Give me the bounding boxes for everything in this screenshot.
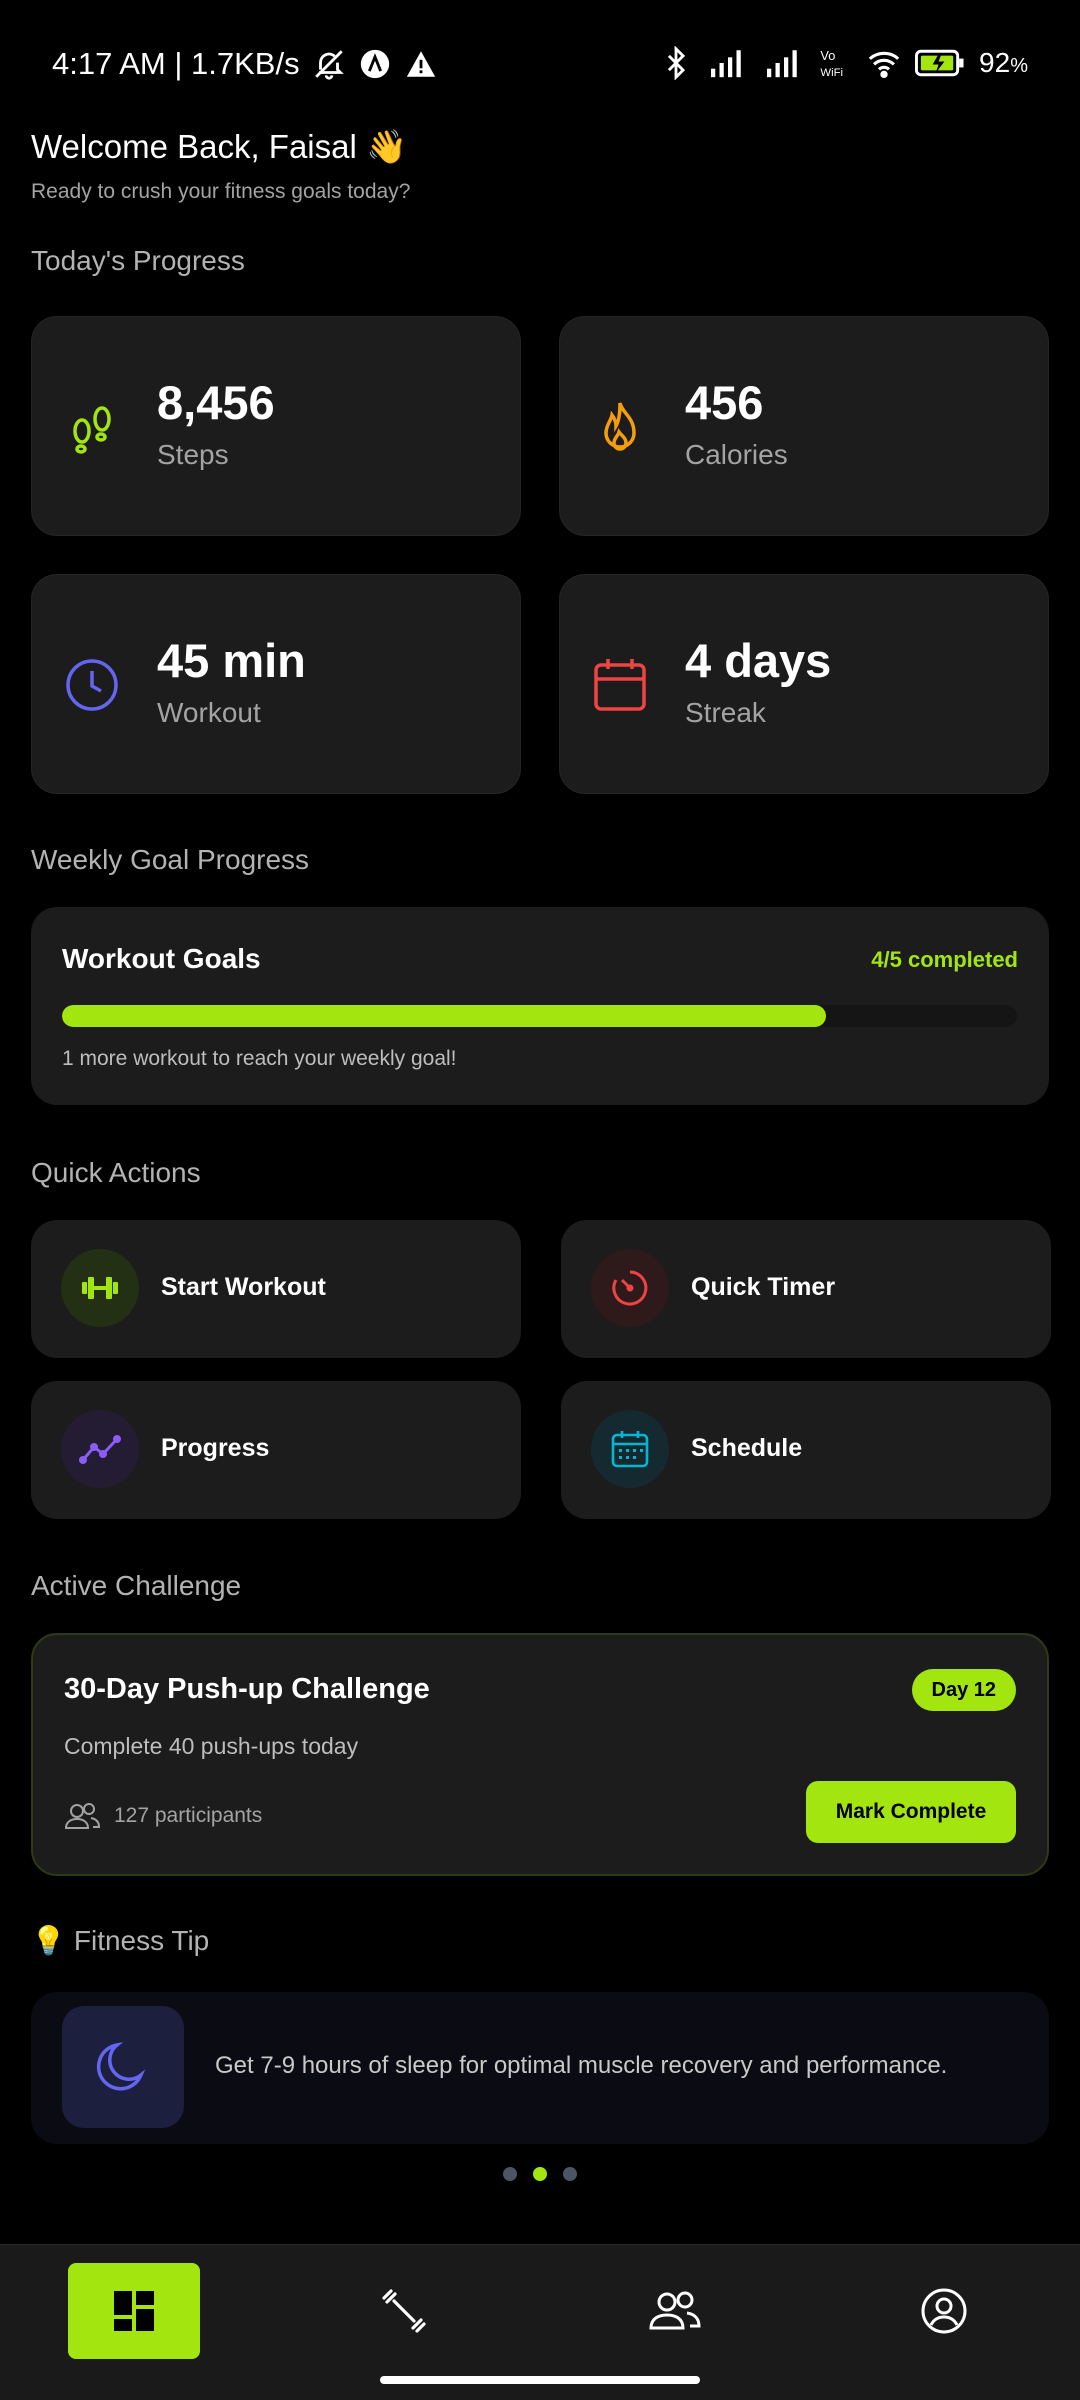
vowifi-icon: Vo WiFi: [820, 48, 843, 79]
footsteps-icon: [73, 406, 111, 454]
calendar-icon: [611, 1431, 649, 1468]
timer-icon: [612, 1270, 648, 1306]
fitness-tip-label: Fitness Tip: [73, 1924, 210, 1956]
calories-value: 456: [685, 376, 764, 429]
schedule-label: Schedule: [691, 1434, 803, 1462]
stat-card-workout[interactable]: 45 min Workout: [31, 574, 521, 794]
signal-icon-2: [767, 50, 797, 78]
welcome-subtitle: Ready to crush your fitness goals today?: [31, 180, 411, 203]
app-notification-icon: [360, 49, 389, 79]
fitness-tip-card[interactable]: Get 7-9 hours of sleep for optimal muscl…: [31, 1992, 1049, 2144]
goal-note: 1 more workout to reach your weekly goal…: [62, 1047, 457, 1070]
pager-dot-active[interactable]: [533, 2167, 547, 2181]
stat-card-streak[interactable]: 4 days Streak: [559, 574, 1049, 794]
participants-count: 127 participants: [114, 1804, 263, 1827]
moon-icon: [96, 2042, 146, 2091]
fitness-tip-text: Get 7-9 hours of sleep for optimal muscl…: [215, 2052, 948, 2079]
dumbbell-icon: [82, 1277, 118, 1299]
welcome-title: Welcome Back, Faisal 👋: [31, 128, 408, 165]
pager-dot[interactable]: [563, 2167, 577, 2181]
trend-line-icon: [79, 1435, 121, 1464]
svg-text:WiFi: WiFi: [820, 67, 843, 79]
bell-off-icon: [314, 50, 344, 80]
nav-workouts[interactable]: [338, 2263, 470, 2359]
workout-value: 45 min: [157, 634, 306, 687]
stat-card-steps[interactable]: 8,456 Steps: [31, 316, 521, 536]
start-workout-label: Start Workout: [161, 1273, 326, 1301]
calories-label: Calories: [685, 439, 788, 470]
battery-icon: [915, 49, 964, 77]
quick-actions-title: Quick Actions: [31, 1157, 201, 1188]
goal-status: 4/5 completed: [871, 947, 1018, 972]
battery-level: 92%: [979, 47, 1028, 79]
community-icon: [649, 2291, 701, 2330]
progress-button[interactable]: Progress: [31, 1381, 521, 1519]
goal-progress-fill: [62, 1005, 826, 1027]
pager-dot[interactable]: [503, 2167, 517, 2181]
todays-progress-title: Today's Progress: [31, 245, 245, 276]
dumbbell-icon-wrap: [61, 1249, 139, 1327]
dashboard-icon: [114, 2291, 154, 2331]
start-workout-button[interactable]: Start Workout: [31, 1220, 521, 1358]
challenge-card: 30-Day Push-up Challenge Day 12 Complete…: [31, 1633, 1049, 1876]
clock-icon: [66, 659, 118, 711]
dumbbell-icon: [382, 2289, 426, 2333]
day-badge: Day 12: [911, 1669, 1016, 1711]
calendar-icon: [594, 659, 646, 711]
warning-icon: [406, 51, 435, 77]
nav-dashboard[interactable]: [68, 2263, 200, 2359]
status-right: Vo WiFi 92%: [659, 46, 1028, 80]
flame-icon: [604, 402, 636, 451]
mark-complete-button[interactable]: Mark Complete: [806, 1781, 1016, 1843]
workout-label: Workout: [157, 697, 261, 728]
status-bar: 4:17 AM | 1.7KB/s Vo WiFi 92%: [0, 0, 1080, 120]
battery-value: 92: [979, 47, 1011, 78]
schedule-calendar-icon-wrap: [591, 1410, 669, 1488]
active-challenge-title: Active Challenge: [31, 1570, 242, 1601]
schedule-button[interactable]: Schedule: [561, 1381, 1051, 1519]
progress-label: Progress: [161, 1434, 270, 1462]
trend-line-icon-wrap: [61, 1410, 139, 1488]
participants-icon: [64, 1803, 100, 1829]
lightbulb-icon: 💡: [31, 1925, 66, 1956]
fitness-dashboard: 4:17 AM | 1.7KB/s Vo WiFi 92% Welcome Bac…: [0, 0, 1080, 2400]
weekly-goal-title: Weekly Goal Progress: [31, 844, 310, 875]
streak-value: 4 days: [685, 634, 832, 687]
weekly-goal-card: Workout Goals 4/5 completed 1 more worko…: [31, 907, 1049, 1105]
nav-community[interactable]: [609, 2263, 741, 2359]
status-left: 4:17 AM | 1.7KB/s: [52, 46, 438, 82]
workout-goals-title: Workout Goals: [62, 943, 261, 974]
timer-icon-wrap: [591, 1249, 669, 1327]
fitness-tip-title: 💡 Fitness Tip: [31, 1924, 209, 1957]
status-time: 4:17 AM | 1.7KB/s: [52, 46, 300, 81]
svg-text:Vo: Vo: [820, 48, 835, 63]
challenge-title: 30-Day Push-up Challenge: [64, 1673, 430, 1705]
steps-label: Steps: [157, 439, 229, 470]
challenge-description: Complete 40 push-ups today: [64, 1733, 359, 1759]
home-indicator[interactable]: [380, 2376, 700, 2384]
quick-timer-label: Quick Timer: [691, 1273, 836, 1301]
nav-profile[interactable]: [878, 2263, 1010, 2359]
streak-label: Streak: [685, 697, 766, 728]
quick-timer-button[interactable]: Quick Timer: [561, 1220, 1051, 1358]
bluetooth-icon: [667, 46, 686, 80]
stat-card-calories[interactable]: 456 Calories: [559, 316, 1049, 536]
battery-unit: %: [1010, 55, 1028, 77]
steps-value: 8,456: [157, 376, 275, 429]
wifi-icon: [868, 51, 900, 79]
goal-progress-bar: [62, 1005, 1017, 1027]
pager-dots: [0, 2167, 1080, 2181]
signal-icon: [711, 50, 741, 78]
participants: 127 participants: [64, 1801, 262, 1831]
profile-icon: [921, 2288, 967, 2334]
moon-icon-wrap: [62, 2006, 184, 2128]
